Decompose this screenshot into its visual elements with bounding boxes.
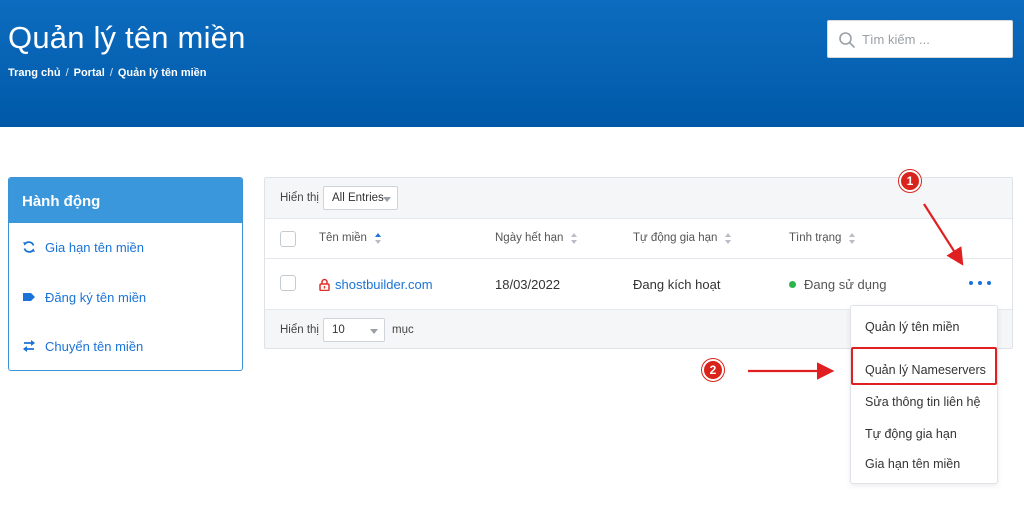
breadcrumb-portal[interactable]: Portal — [74, 67, 105, 79]
search-box[interactable] — [827, 20, 1013, 58]
entries-select-value: All Entries — [332, 192, 384, 204]
column-label: Ngày hết hạn — [495, 232, 564, 244]
column-label: Tên miền — [319, 232, 367, 244]
transfer-icon — [23, 340, 35, 352]
page-size-suffix: mục — [392, 324, 414, 336]
status-dot-icon — [789, 281, 796, 288]
status-text: Đang sử dụng — [804, 277, 887, 292]
table-header: Tên miền Ngày hết hạn Tự động gia hạn Tì… — [265, 219, 1012, 259]
domain-table: Tên miền Ngày hết hạn Tự động gia hạn Tì… — [265, 218, 1012, 310]
status-cell: Đang sử dụng — [789, 277, 886, 292]
column-domain[interactable]: Tên miền — [319, 232, 382, 244]
tag-icon — [23, 293, 35, 301]
expiry-cell: 18/03/2022 — [495, 277, 561, 292]
column-status[interactable]: Tình trạng — [789, 232, 856, 244]
footer-show-label: Hiển thị — [280, 324, 319, 336]
column-label: Tình trạng — [789, 232, 842, 244]
actions-sidebar: Hành động Gia hạn tên miền Đăng ký tên m… — [8, 177, 243, 371]
column-label: Tự động gia hạn — [633, 232, 718, 244]
entries-select[interactable]: All Entries — [323, 186, 398, 210]
show-label: Hiển thị — [280, 192, 319, 204]
page-title: Quản lý tên miền — [8, 20, 246, 55]
sidebar-item-transfer-domain[interactable]: Chuyển tên miền — [22, 336, 143, 356]
menu-item-manage-domain[interactable]: Quản lý tên miền — [865, 320, 960, 334]
chevron-down-icon — [383, 197, 391, 202]
step-badge-1: 1 — [899, 170, 921, 192]
chevron-down-icon — [370, 329, 378, 334]
step-badge-2: 2 — [702, 359, 724, 381]
select-all-checkbox[interactable] — [280, 231, 296, 247]
sidebar-item-label: Chuyển tên miền — [45, 338, 144, 354]
breadcrumb: Trang chủ / Portal / Quản lý tên miền — [8, 67, 207, 79]
refresh-icon — [23, 241, 35, 253]
breadcrumb-home[interactable]: Trang chủ — [8, 67, 61, 79]
menu-item-renew-domain[interactable]: Gia hạn tên miền — [865, 457, 960, 471]
page-header: Quản lý tên miền Trang chủ / Portal / Quản l… — [0, 0, 1024, 127]
sidebar-item-register-domain[interactable]: Đăng ký tên miền — [22, 287, 146, 307]
sort-icon — [725, 232, 732, 244]
table-row: shostbuilder.com 18/03/2022 Đang kích ho… — [265, 259, 1012, 310]
lock-icon — [319, 278, 330, 291]
sidebar-item-label: Gia hạn tên miền — [45, 239, 145, 255]
search-input[interactable] — [862, 29, 1002, 49]
menu-item-edit-contact[interactable]: Sửa thông tin liên hệ — [865, 395, 980, 409]
actions-dropdown-menu: Quản lý tên miền Quản lý Nameservers Sửa… — [850, 305, 998, 484]
row-checkbox[interactable] — [280, 275, 296, 291]
sort-icon — [849, 232, 856, 244]
search-icon — [839, 32, 855, 48]
sidebar-title: Hành động — [9, 178, 242, 223]
sort-icon — [374, 232, 382, 244]
breadcrumb-current: Quản lý tên miền — [117, 67, 207, 79]
page-size-value: 10 — [332, 324, 345, 336]
sort-icon — [571, 232, 578, 244]
menu-item-auto-renew[interactable]: Tự động gia hạn — [865, 427, 957, 441]
column-expiry[interactable]: Ngày hết hạn — [495, 232, 578, 244]
auto-renew-cell: Đang kích hoạt — [633, 277, 721, 292]
sidebar-item-label: Đăng ký tên miền — [45, 289, 147, 305]
column-auto-renew[interactable]: Tự động gia hạn — [633, 232, 732, 244]
nameservers-highlight-box — [851, 347, 997, 385]
domain-cell: shostbuilder.com — [319, 277, 433, 292]
sidebar-item-renew-domain[interactable]: Gia hạn tên miền — [22, 237, 144, 257]
more-actions-button[interactable] — [969, 276, 991, 290]
page-size-select[interactable]: 10 — [323, 318, 385, 342]
domain-link[interactable]: shostbuilder.com — [335, 277, 433, 292]
